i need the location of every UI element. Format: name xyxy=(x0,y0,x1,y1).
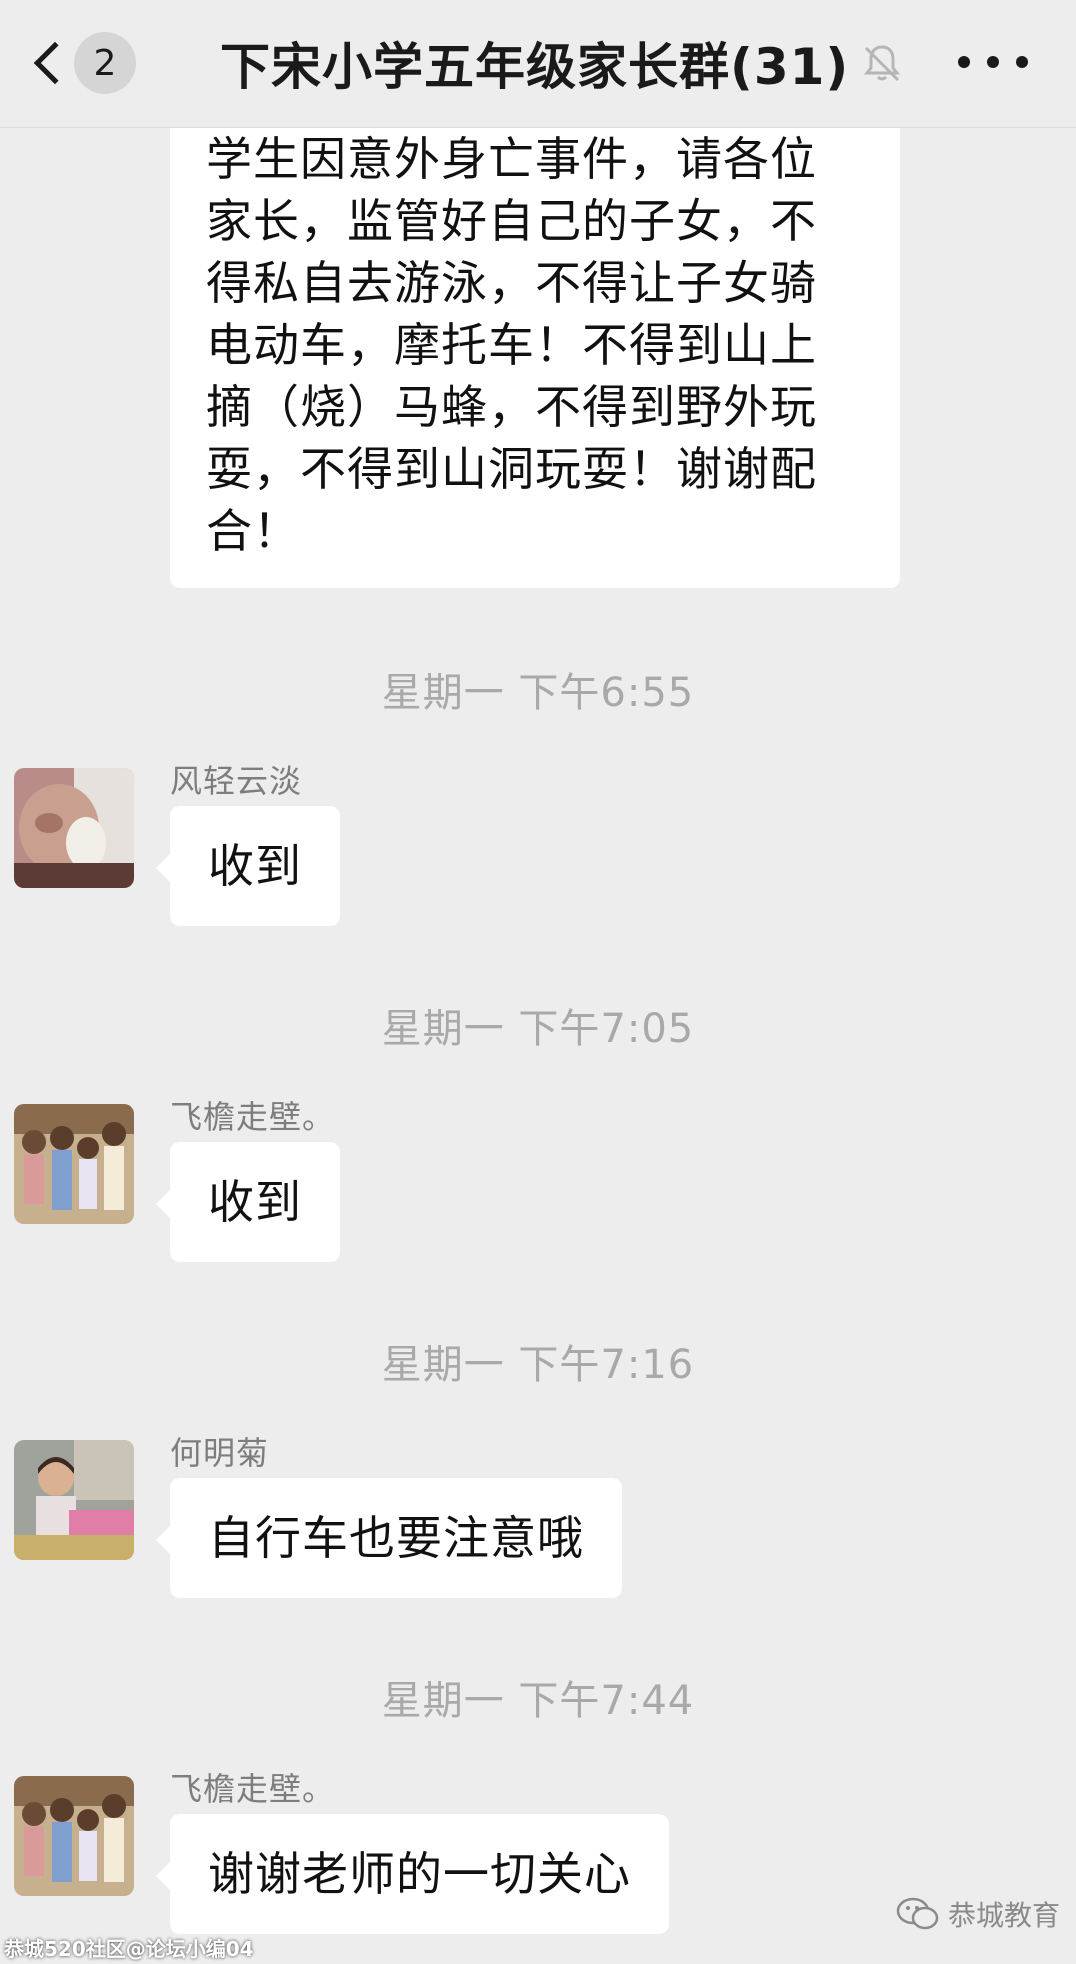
chat-title: 下宋小学五年级家长群(31) xyxy=(220,38,850,96)
timestamp: 星期一 下午7:05 xyxy=(381,1006,695,1052)
wechat-icon xyxy=(896,1897,939,1930)
message-line: 耍，不得到山洞玩耍！谢谢配 xyxy=(206,442,817,496)
more-dot xyxy=(958,56,970,68)
timestamp: 星期一 下午7:44 xyxy=(381,1678,695,1724)
sender-name: 飞檐走壁。 xyxy=(170,1098,336,1136)
watermark-right: 恭城教育 xyxy=(896,1894,1060,1934)
more-dot xyxy=(987,56,999,68)
watermark-right-text: 恭城教育 xyxy=(947,1899,1060,1932)
children-avatar-image xyxy=(14,1776,134,1896)
mute-bell-icon xyxy=(864,45,901,82)
message-line: 合！ xyxy=(206,504,300,558)
message-bubble[interactable]: 收到 xyxy=(156,806,340,926)
message-line: 电动车，摩托车！不得到山上 xyxy=(206,318,817,372)
chat-screen: 2 下宋小学五年级家长群(31) 学生因意外身亡事件，请各位 家长，监管好自己的… xyxy=(0,0,1076,1964)
watermark-left: 恭城520社区@论坛小编04 xyxy=(4,1937,254,1961)
avatar[interactable] xyxy=(14,1440,134,1560)
more-icon[interactable] xyxy=(958,40,1028,84)
chat-header: 2 下宋小学五年级家长群(31) xyxy=(0,0,1076,128)
girl-avatar-image xyxy=(14,1440,134,1560)
message-bubble[interactable]: 自行车也要注意哦 xyxy=(156,1478,622,1598)
message-bubble[interactable]: 收到 xyxy=(156,1142,340,1262)
unread-count-badge: 2 xyxy=(74,32,136,94)
avatar[interactable] xyxy=(14,1776,134,1896)
back-chevron-icon xyxy=(33,41,77,85)
timestamp: 星期一 下午6:55 xyxy=(381,670,695,716)
message-line: 得私自去游泳，不得让子女骑 xyxy=(206,256,817,310)
sender-name: 飞檐走壁。 xyxy=(170,1770,336,1808)
sender-name: 风轻云淡 xyxy=(170,762,303,800)
timestamp: 星期一 下午7:16 xyxy=(381,1342,695,1388)
message-line: 家长，监管好自己的子女，不 xyxy=(206,194,817,248)
sender-name: 何明菊 xyxy=(170,1434,270,1472)
avatar[interactable] xyxy=(14,1104,134,1224)
message-line: 学生因意外身亡事件，请各位 xyxy=(206,132,817,186)
children-avatar-image xyxy=(14,1104,134,1224)
title-area[interactable]: 下宋小学五年级家长群(31) xyxy=(220,30,905,96)
message-line: 摘（烧）马蜂，不得到野外玩 xyxy=(206,380,817,434)
back-button[interactable]: 2 xyxy=(22,28,162,98)
baby-avatar-image xyxy=(14,768,134,888)
more-dot xyxy=(1016,56,1028,68)
message-bubble[interactable]: 谢谢老师的一切关心 xyxy=(156,1814,669,1934)
avatar[interactable] xyxy=(14,768,134,888)
message-bubble[interactable]: 学生因意外身亡事件，请各位 家长，监管好自己的子女，不 得私自去游泳，不得让子女… xyxy=(170,128,900,588)
